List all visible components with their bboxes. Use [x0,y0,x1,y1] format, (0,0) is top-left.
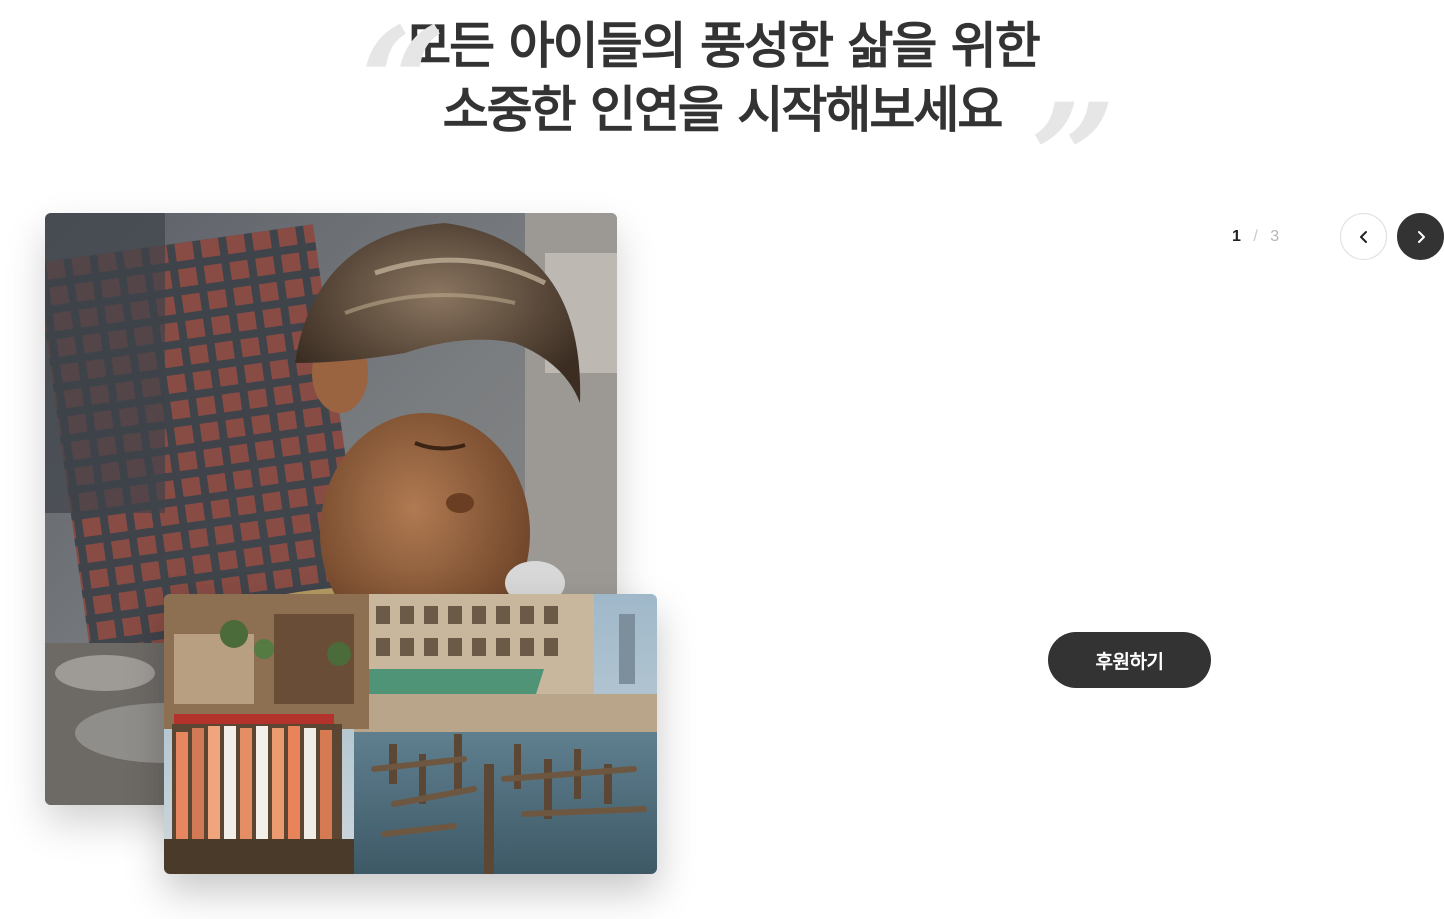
slide-counter: 1 / 3 [1232,226,1279,248]
waterfront-slum-photo [164,594,657,874]
support-button[interactable]: 후원하기 [1048,632,1211,688]
open-quote-icon: “ [360,0,446,171]
headline-line-1: 모든 아이들의 풍성한 삶을 위한 [405,17,1041,75]
headline-line-2: 소중한 인연을 시작해보세요 [442,81,1004,139]
chevron-right-icon [1417,230,1425,243]
slide-counter-separator: / [1253,228,1258,245]
headline: “ 모든 아이들의 풍성한 삶을 위한 소중한 인연을 시작해보세요 ” [0,8,1444,234]
close-quote-icon: ” [1030,71,1116,247]
current-slide-number: 1 [1232,228,1241,245]
total-slide-number: 3 [1270,228,1280,245]
page: “ 모든 아이들의 풍성한 삶을 위한 소중한 인연을 시작해보세요 ” 1 /… [0,0,1444,919]
next-slide-button[interactable] [1397,213,1444,260]
chevron-left-icon [1359,230,1367,243]
prev-slide-button[interactable] [1340,213,1387,260]
